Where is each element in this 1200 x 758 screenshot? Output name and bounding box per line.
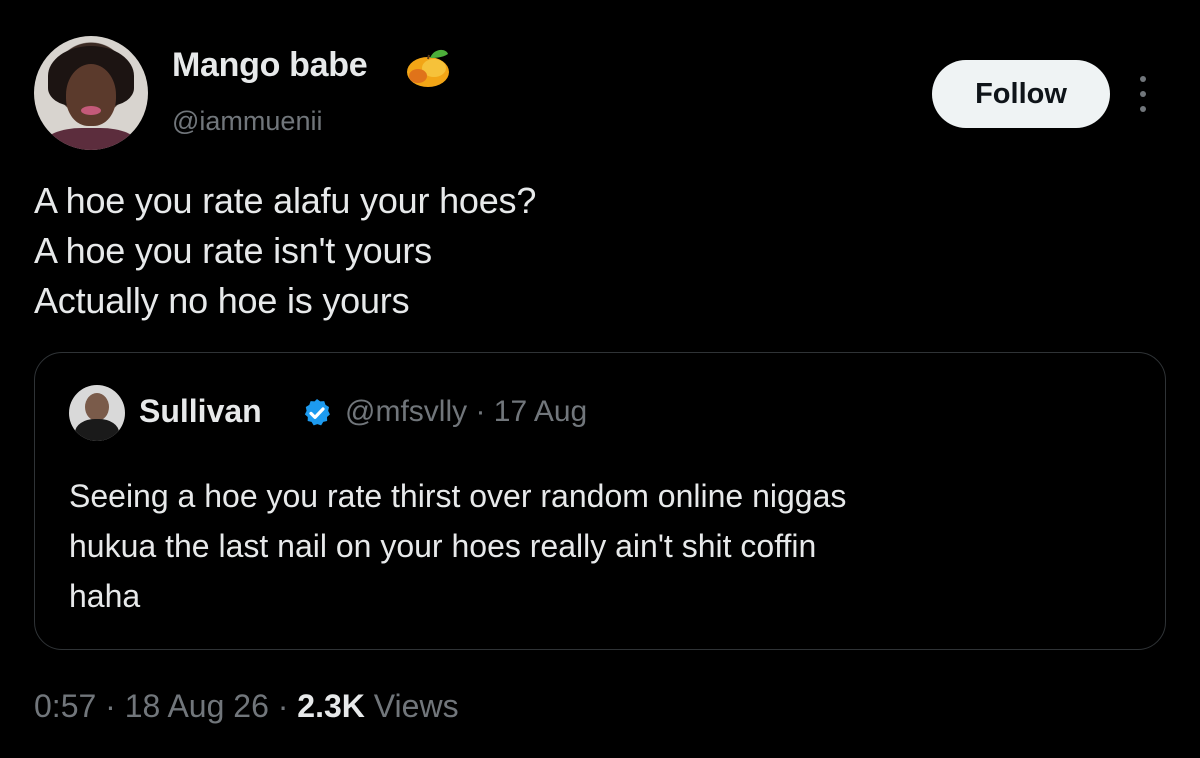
- views-count[interactable]: 2.3K: [297, 688, 365, 724]
- more-dot: [1140, 91, 1146, 97]
- quoted-author-avatar[interactable]: [69, 385, 125, 441]
- verified-badge-icon: [304, 399, 330, 426]
- avatar-head: [85, 393, 109, 421]
- more-dot: [1140, 76, 1146, 82]
- follow-button[interactable]: Follow: [932, 60, 1110, 128]
- footer-separator: ·: [268, 688, 298, 724]
- tweet-time[interactable]: 0:57: [34, 688, 96, 724]
- tweet-text: A hoe you rate alafu your hoes? A hoe yo…: [34, 176, 536, 326]
- quoted-author-name[interactable]: Sullivan: [139, 393, 262, 430]
- author-avatar[interactable]: [34, 36, 148, 150]
- author-display-name[interactable]: Mango babe: [172, 46, 368, 85]
- quoted-line: haha: [69, 578, 141, 614]
- avatar-shirt: [44, 128, 138, 150]
- quoted-handle-date[interactable]: @mfsvlly · 17 Aug: [345, 395, 587, 429]
- footer-separator: ·: [96, 688, 125, 724]
- tweet-card: Mango babe @iammuenii Follow A hoe you r…: [0, 0, 1200, 758]
- tweet-line: A hoe you rate alafu your hoes?: [34, 180, 537, 221]
- quoted-tweet-text: Seeing a hoe you rate thirst over random…: [69, 471, 1129, 621]
- views-label: Views: [364, 688, 459, 724]
- more-dot: [1140, 106, 1146, 112]
- quoted-line: hukua the last nail on your hoes really …: [69, 528, 817, 564]
- tweet-date[interactable]: 18 Aug 26: [125, 688, 269, 724]
- quoted-tweet-card[interactable]: Sullivan @mfsvlly · 17 Aug Seeing a hoe …: [34, 352, 1166, 650]
- avatar-lips: [81, 106, 101, 115]
- mango-icon: [407, 49, 449, 87]
- author-handle[interactable]: @iammuenii: [172, 106, 322, 137]
- more-options-icon[interactable]: [1136, 76, 1150, 112]
- tweet-line: Actually no hoe is yours: [34, 280, 410, 321]
- quoted-line: Seeing a hoe you rate thirst over random…: [69, 478, 847, 514]
- tweet-footer: 0:57 · 18 Aug 26 · 2.3K Views: [34, 688, 459, 725]
- avatar-body: [75, 419, 119, 441]
- tweet-line: A hoe you rate isn't yours: [34, 230, 432, 271]
- avatar-face: [66, 64, 116, 126]
